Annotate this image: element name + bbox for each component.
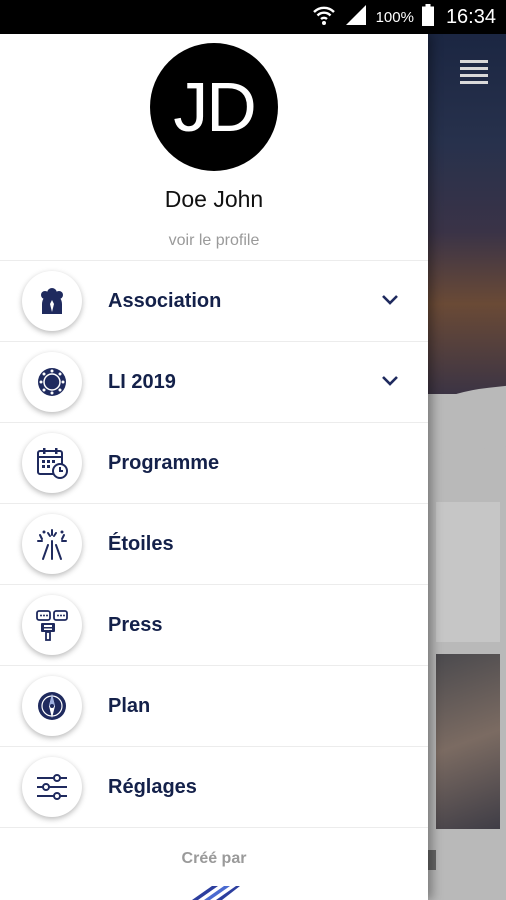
- menu-item-association[interactable]: Association: [0, 260, 428, 341]
- menu-item-label: Association: [108, 290, 222, 312]
- menu-item-plan[interactable]: Plan: [0, 665, 428, 746]
- background-image: [436, 654, 500, 829]
- compass-icon: [22, 676, 82, 736]
- battery-icon: [421, 3, 434, 31]
- background-card: [436, 502, 500, 642]
- menu-item-label: LI 2019: [108, 371, 176, 393]
- calendar-clock-icon: [22, 433, 82, 493]
- status-bar: 100% 16:34: [0, 0, 506, 34]
- menu-item-label: Programme: [108, 452, 220, 474]
- user-name: Doe John: [164, 186, 264, 212]
- menu-item-reglages[interactable]: Réglages: [0, 746, 428, 827]
- menu-item-programme[interactable]: Programme: [0, 422, 428, 503]
- menu-item-label: Plan: [108, 695, 151, 717]
- grid-menu-icon: [460, 60, 488, 93]
- menu-item-etoiles[interactable]: Étoiles: [0, 503, 428, 584]
- menu-item-li-2019[interactable]: LI 2019: [0, 341, 428, 422]
- signal-icon: [344, 4, 368, 31]
- menu-item-label: Press: [108, 614, 163, 636]
- fireworks-icon: [22, 514, 82, 574]
- menu-item-press[interactable]: Press: [0, 584, 428, 665]
- chevron-down-icon[interactable]: [380, 290, 400, 310]
- clock: 16:34: [445, 5, 496, 28]
- creator-logo[interactable]: [190, 880, 240, 900]
- lions-emblem-icon: [22, 352, 82, 412]
- background-screen: [428, 34, 506, 900]
- sliders-icon: [22, 757, 82, 817]
- association-icon: [22, 271, 82, 331]
- press-chat-icon: [22, 595, 82, 655]
- navigation-drawer: JD Doe John voir le profile Association: [0, 34, 428, 900]
- status-icons: 100% 16:34: [312, 0, 496, 34]
- drawer-footer: Créé par: [0, 827, 428, 900]
- avatar[interactable]: JD: [150, 43, 278, 171]
- menu-item-label: Réglages: [108, 776, 197, 798]
- view-profile-link[interactable]: voir le profile: [0, 232, 428, 250]
- background-chip: [428, 850, 436, 870]
- menu-item-label: Étoiles: [108, 533, 174, 555]
- created-by-label: Créé par: [181, 850, 247, 867]
- chevron-down-icon[interactable]: [380, 371, 400, 391]
- battery-percent: 100%: [375, 8, 414, 26]
- drawer-menu: Association LI 2019 Programme Étoiles Pr…: [0, 260, 428, 827]
- wifi-icon: [312, 4, 336, 31]
